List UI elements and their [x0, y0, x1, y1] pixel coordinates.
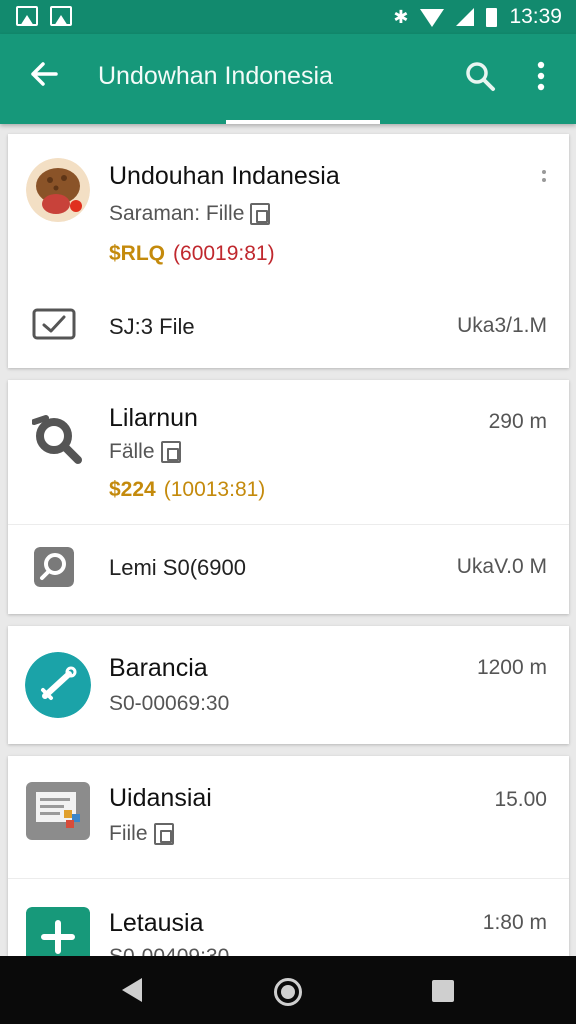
- download-card: Uidansiai Fiile 15.00 Letausia S0-00409:…: [8, 756, 569, 956]
- price-detail: (10013:81): [163, 478, 266, 501]
- file-icon: [153, 823, 174, 845]
- notification-icons: [16, 6, 72, 26]
- item-subtitle: Fiile: [109, 822, 174, 846]
- item-more-icon[interactable]: [539, 168, 549, 188]
- signal-icon: [456, 8, 475, 26]
- item-subtitle: Fälle: [109, 440, 181, 464]
- checkbox-icon[interactable]: [32, 306, 76, 342]
- download-card[interactable]: Barancia S0-00069:30 1200 m: [8, 626, 569, 744]
- file-row-label: Lemi S0(6900: [109, 555, 246, 580]
- bluetooth-icon: ✱: [393, 6, 409, 27]
- download-card: Undouhan Indanesia Saraman: Fille $RLQ (6…: [8, 134, 569, 368]
- item-subtitle-text: Fiile: [109, 822, 148, 845]
- item-title: Undouhan Indanesia: [109, 162, 340, 190]
- item-size: 1200 m: [476, 656, 547, 679]
- edit-tool-icon: [25, 652, 91, 718]
- photo-notification-icon: [50, 6, 72, 26]
- search-file-icon: [34, 547, 74, 587]
- list-item-header[interactable]: Undouhan Indanesia Saraman: Fille $RLQ (6…: [8, 134, 569, 284]
- status-bar: ✱ 13:39: [0, 0, 576, 34]
- item-title: Letausia: [109, 909, 204, 937]
- item-subtitle: Saraman: Fille: [109, 202, 271, 226]
- nav-home-icon[interactable]: [274, 978, 302, 1006]
- list-item-header[interactable]: Uidansiai Fiile 15.00: [8, 756, 569, 878]
- document-icon: [26, 782, 90, 840]
- price-amount: $RLQ: [109, 242, 166, 265]
- arrow-left-icon[interactable]: [26, 56, 62, 92]
- app-bar: Undowhan Indonesia: [0, 34, 576, 124]
- item-subtitle-text: S0-00409:30: [109, 945, 229, 956]
- file-icon: [160, 441, 181, 463]
- list-item-header[interactable]: Lilarnun Fälle $224 (10013:81) 290 m: [8, 380, 569, 524]
- system-icons: ✱ 13:39: [393, 5, 562, 29]
- item-subtitle-text: Fälle: [109, 440, 155, 463]
- battery-icon: [486, 7, 498, 27]
- item-title: Barancia: [109, 654, 208, 682]
- item-subtitle: S0-00409:30: [109, 945, 229, 956]
- item-title: Lilarnun: [109, 404, 198, 432]
- file-row-value: Uka3/1.M: [457, 314, 547, 337]
- page-title: Undowhan Indonesia: [98, 62, 333, 90]
- file-row-label: SJ:3 File: [109, 314, 195, 339]
- status-time: 13:39: [509, 5, 562, 28]
- item-size: 15.00: [494, 788, 547, 811]
- wifi-icon: [420, 9, 445, 27]
- nav-back-icon[interactable]: [122, 978, 142, 1002]
- item-size: 1:80 m: [482, 911, 547, 934]
- tab-indicator: [226, 120, 380, 124]
- more-vert-icon[interactable]: [528, 58, 554, 94]
- list-item-file-row[interactable]: Lemi S0(6900 UkaV.0 M: [8, 525, 569, 614]
- item-title: Uidansiai: [109, 784, 212, 812]
- item-price: $RLQ (60019:81): [109, 242, 275, 266]
- image-notification-icon: [16, 6, 38, 26]
- item-price: $224 (10013:81): [109, 478, 265, 502]
- file-row-value: UkaV.0 M: [456, 555, 547, 578]
- list-item-header[interactable]: Letausia S0-00409:30 1:80 m: [8, 879, 569, 956]
- avatar: [26, 158, 90, 222]
- list-item-file-row[interactable]: SJ:3 File Uka3/1.M: [8, 284, 569, 368]
- item-subtitle-text: Saraman: Fille: [109, 202, 245, 225]
- item-subtitle: S0-00069:30: [109, 692, 229, 716]
- item-subtitle-text: S0-00069:30: [109, 692, 230, 715]
- nav-recents-icon[interactable]: [432, 980, 454, 1002]
- file-icon: [250, 203, 271, 225]
- item-size: 290 m: [488, 410, 547, 433]
- search-icon[interactable]: [462, 58, 498, 94]
- download-card: Lilarnun Fälle $224 (10013:81) 290 m Lemi…: [8, 380, 569, 614]
- tool-icon: [32, 415, 82, 464]
- add-icon[interactable]: [26, 907, 90, 956]
- price-detail: (60019:81): [173, 242, 275, 265]
- price-amount: $224: [109, 478, 156, 501]
- system-nav-bar: [0, 956, 576, 1024]
